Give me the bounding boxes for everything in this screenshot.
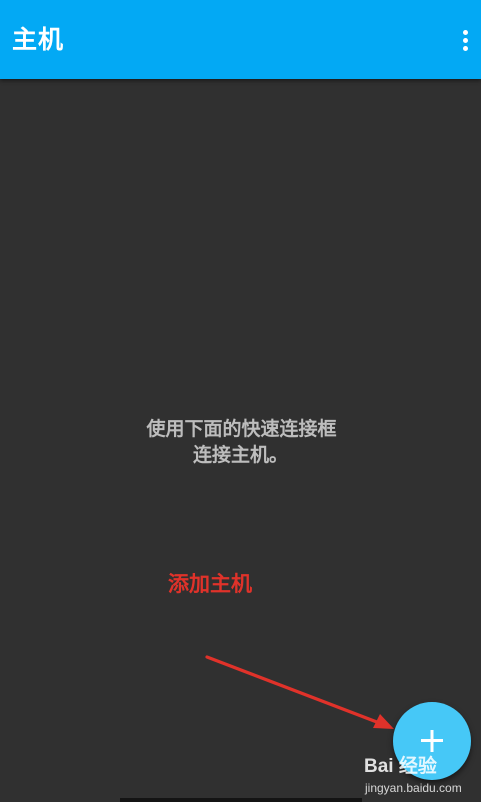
watermark: Bai 经验 jingyan.baidu.com <box>364 756 480 800</box>
overflow-dot <box>462 29 468 35</box>
app-screen: 主机 使用下面的快速连接框 连接主机。 添加主机 Bai 经验 jingyan.… <box>0 0 481 802</box>
empty-state-message: 使用下面的快速连接框 连接主机。 <box>0 416 481 468</box>
watermark-brand: Bai 经验 <box>364 756 437 777</box>
empty-state-line-1: 使用下面的快速连接框 <box>146 418 337 440</box>
overflow-dot <box>462 37 468 43</box>
overflow-dot <box>462 45 468 51</box>
more-vert-icon[interactable] <box>453 20 477 60</box>
app-bar-title: 主机 <box>12 25 65 54</box>
annotation-label: 添加主机 <box>168 572 252 596</box>
watermark-url: jingyan.baidu.com <box>365 781 462 795</box>
empty-state-line-2: 连接主机。 <box>192 444 288 466</box>
navigation-bar-handle <box>120 798 362 802</box>
app-bar: 主机 <box>0 0 481 79</box>
annotation-arrow <box>205 655 394 729</box>
